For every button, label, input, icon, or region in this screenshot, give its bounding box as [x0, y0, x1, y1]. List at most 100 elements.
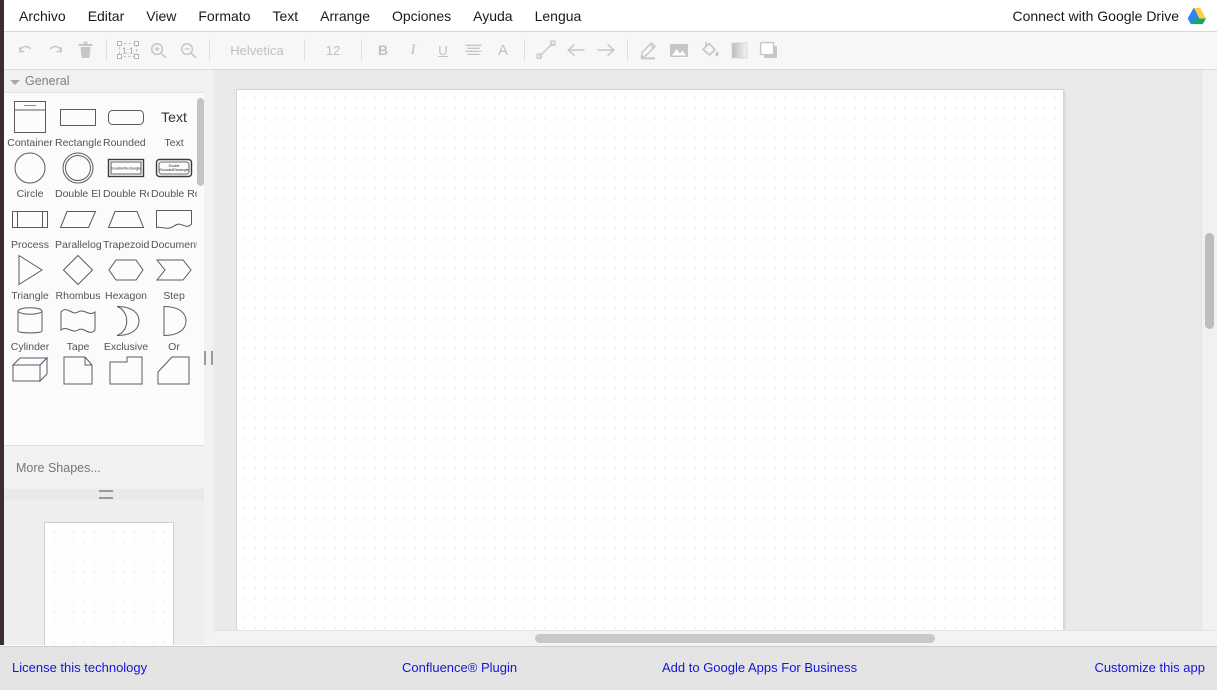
shape-triangle[interactable]: Triangle: [7, 252, 53, 303]
trash-icon: [77, 41, 94, 59]
menu-formato[interactable]: Formato: [187, 4, 261, 28]
footer-link-license[interactable]: License this technology: [12, 660, 147, 675]
line-color-button[interactable]: [634, 35, 664, 65]
menu-ayuda[interactable]: Ayuda: [462, 4, 523, 28]
menu-archivo[interactable]: Archivo: [8, 4, 77, 28]
shape-circle[interactable]: Circle: [7, 150, 53, 201]
shape-label: Process: [11, 239, 49, 251]
canvas-vertical-scrollbar-track[interactable]: [1201, 70, 1217, 645]
font-size-selector[interactable]: 12: [311, 35, 355, 65]
menu-opciones[interactable]: Opciones: [381, 4, 462, 28]
shape-cylinder[interactable]: Cylinder: [7, 303, 53, 354]
connect-google-drive-button[interactable]: Connect with Google Drive: [1012, 0, 1207, 31]
shape-trapezoid[interactable]: Trapezoid: [103, 201, 149, 252]
shape-container[interactable]: Container: [7, 99, 53, 150]
shape-cut-corner[interactable]: [151, 354, 197, 405]
circle-shape: [7, 150, 53, 186]
shape-double-ellipse[interactable]: Double Ell: [55, 150, 101, 201]
shape-card[interactable]: [103, 354, 149, 405]
shape-label: Text: [164, 137, 184, 149]
shape-row: Circle Double Ell DoubleRectangle Double…: [6, 150, 205, 201]
bold-button[interactable]: B: [368, 35, 398, 65]
shape-hexagon[interactable]: Hexagon: [103, 252, 149, 303]
menu-editar[interactable]: Editar: [77, 4, 136, 28]
shape-document[interactable]: Document: [151, 201, 197, 252]
align-button[interactable]: [458, 35, 488, 65]
rhombus-shape: [55, 252, 101, 288]
image-icon: [669, 42, 689, 59]
arrow-right-button[interactable]: [591, 35, 621, 65]
draw-io-application: Archivo Editar View Formato Text Arrange…: [0, 0, 1217, 690]
shape-double-rectangle[interactable]: DoubleRectangle Double Re: [103, 150, 149, 201]
toolbar-separator-3: [304, 39, 305, 61]
shadow-icon: [759, 41, 779, 60]
double-rounded-rectangle-shape: Double RoundedRectangle: [151, 150, 197, 186]
menu-text[interactable]: Text: [261, 4, 309, 28]
shape-process[interactable]: Process: [7, 201, 53, 252]
shape-label: [7, 391, 53, 405]
shape-rounded-rectangle[interactable]: Rounded R: [103, 99, 149, 150]
palette-section-general[interactable]: General: [4, 70, 207, 93]
shape-label: Step: [163, 290, 185, 302]
shape-label: Cylinder: [10, 341, 50, 353]
zoom-in-button[interactable]: [143, 35, 173, 65]
menu-view[interactable]: View: [135, 4, 187, 28]
shape-exclusive-or[interactable]: Exclusive: [103, 303, 149, 354]
footer-link-customize[interactable]: Customize this app: [1094, 660, 1205, 675]
shape-row: Triangle Rhombus Hexagon Step: [6, 252, 205, 303]
menu-bar: Archivo Editar View Formato Text Arrange…: [0, 0, 1217, 32]
shape-row: Cylinder Tape Exclusive Or: [6, 303, 205, 354]
outline-page-preview: [44, 522, 174, 645]
image-button[interactable]: [664, 35, 694, 65]
shape-label: Rectangle: [55, 137, 101, 149]
fit-page-button[interactable]: 1:1: [113, 35, 143, 65]
shape-label: [103, 391, 149, 405]
delete-button[interactable]: [70, 35, 100, 65]
footer-link-google-apps[interactable]: Add to Google Apps For Business: [662, 660, 857, 675]
shape-palette: General Container Rectangle Rounded Text…: [4, 70, 207, 445]
shape-rhombus[interactable]: Rhombus: [55, 252, 101, 303]
gradient-button[interactable]: [724, 35, 754, 65]
font-family-selector[interactable]: Helvetica: [216, 35, 298, 65]
more-shapes-label: More Shapes...: [16, 461, 101, 475]
step-shape: [151, 252, 197, 288]
shape-parallelogram[interactable]: Parallelogr: [55, 201, 101, 252]
shape-step[interactable]: Step: [151, 252, 197, 303]
fill-color-button[interactable]: [694, 35, 724, 65]
canvas-horizontal-scrollbar-track[interactable]: [213, 630, 1217, 646]
shadow-button[interactable]: [754, 35, 784, 65]
undo-button[interactable]: [10, 35, 40, 65]
outline-panel[interactable]: [4, 500, 207, 645]
shape-cube[interactable]: [7, 354, 53, 405]
redo-button[interactable]: [40, 35, 70, 65]
redo-icon: [46, 41, 65, 60]
canvas-vertical-scrollbar-thumb[interactable]: [1205, 233, 1214, 329]
footer-link-confluence[interactable]: Confluence® Plugin: [402, 660, 517, 675]
menu-lengua[interactable]: Lengua: [524, 4, 593, 28]
shape-rectangle[interactable]: Rectangle: [55, 99, 101, 150]
line-tool-button[interactable]: [531, 35, 561, 65]
shape-label: Tape: [66, 341, 90, 353]
italic-button[interactable]: I: [398, 35, 428, 65]
canvas-horizontal-scrollbar-thumb[interactable]: [535, 634, 935, 643]
shape-label: [151, 391, 197, 405]
font-color-button[interactable]: A: [488, 35, 518, 65]
shape-tape[interactable]: Tape: [55, 303, 101, 354]
shape-double-rounded-rectangle[interactable]: Double RoundedRectangle Double Ro: [151, 150, 197, 201]
menu-arrange[interactable]: Arrange: [309, 4, 381, 28]
shape-note[interactable]: [55, 354, 101, 405]
fill-bucket-icon: [699, 40, 720, 60]
panel-vertical-splitter[interactable]: [204, 70, 213, 645]
arrow-left-button[interactable]: [561, 35, 591, 65]
panel-horizontal-splitter[interactable]: [4, 489, 207, 500]
shape-label: Document: [151, 239, 197, 251]
palette-scrollbar-thumb[interactable]: [197, 98, 204, 186]
underline-button[interactable]: U: [428, 35, 458, 65]
shape-text[interactable]: Text Text: [151, 99, 197, 150]
zoom-out-button[interactable]: [173, 35, 203, 65]
more-shapes-button[interactable]: More Shapes...: [4, 445, 207, 491]
canvas-page[interactable]: [236, 89, 1064, 636]
svg-text:1:1: 1:1: [122, 46, 134, 56]
shape-or[interactable]: Or: [151, 303, 197, 354]
diagram-canvas[interactable]: [213, 70, 1217, 645]
